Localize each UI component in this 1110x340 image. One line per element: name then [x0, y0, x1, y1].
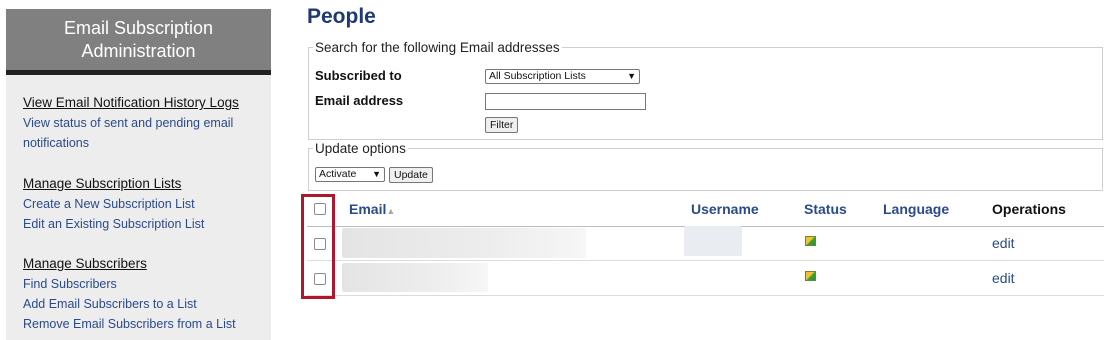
column-username[interactable]: Username — [691, 201, 759, 217]
column-operations: Operations — [992, 201, 1066, 217]
column-email[interactable]: Email▲ — [349, 201, 395, 217]
sidebar-link-history-logs[interactable]: View Email Notification History Logs — [23, 93, 263, 113]
checkbox-column-highlight — [301, 194, 335, 299]
edit-link[interactable]: edit — [992, 270, 1015, 286]
redacted-username — [684, 226, 742, 256]
update-options-legend: Update options — [315, 141, 406, 156]
subscription-list-select[interactable]: All Subscription Lists ▼ — [485, 69, 640, 84]
redacted-email — [342, 263, 488, 292]
table-row: edit — [307, 226, 1104, 261]
sidebar: Email Subscription Administration View E… — [6, 9, 271, 340]
update-button[interactable]: Update — [389, 167, 433, 183]
subscribed-to-label: Subscribed to — [315, 68, 402, 83]
column-language[interactable]: Language — [883, 201, 949, 217]
edit-link[interactable]: edit — [992, 235, 1015, 251]
active-status-icon — [805, 236, 816, 246]
sidebar-section-lists: Manage Subscription Lists Create a New S… — [23, 174, 204, 234]
table-header: Email▲ Username Status Language Operatio… — [307, 191, 1104, 227]
update-action-select[interactable]: Activate ▼ — [315, 167, 385, 182]
page-title: People — [307, 5, 376, 28]
sidebar-link-edit-list[interactable]: Edit an Existing Subscription List — [23, 214, 204, 234]
sidebar-link-add-subscribers[interactable]: Add Email Subscribers to a List — [23, 294, 236, 314]
update-action-select-value: Activate — [319, 168, 357, 180]
sidebar-link-manage-lists[interactable]: Manage Subscription Lists — [23, 174, 204, 194]
sidebar-title: Email Subscription Administration — [6, 9, 271, 75]
sidebar-link-manage-subscribers[interactable]: Manage Subscribers — [23, 254, 236, 274]
search-legend: Search for the following Email addresses — [315, 40, 560, 55]
redacted-email — [342, 228, 586, 258]
sidebar-link-find-subscribers[interactable]: Find Subscribers — [23, 274, 236, 294]
chevron-down-icon: ▼ — [627, 71, 636, 81]
active-status-icon — [805, 271, 816, 281]
sidebar-section-history: View Email Notification History Logs Vie… — [23, 93, 263, 153]
sort-ascending-icon: ▲ — [386, 206, 396, 216]
chevron-down-icon: ▼ — [372, 169, 381, 179]
search-fieldset: Search for the following Email addresses — [308, 40, 1103, 140]
update-options-fieldset: Update options — [308, 141, 1103, 191]
sidebar-link-remove-subscribers[interactable]: Remove Email Subscribers from a List — [23, 314, 236, 334]
filter-button[interactable]: Filter — [485, 117, 519, 133]
sidebar-link-sent-pending-status[interactable]: View status of sent and pending email no… — [23, 113, 263, 153]
subscription-list-select-value: All Subscription Lists — [489, 70, 586, 82]
sidebar-link-create-list[interactable]: Create a New Subscription List — [23, 194, 204, 214]
sidebar-section-subscribers: Manage Subscribers Find Subscribers Add … — [23, 254, 236, 334]
table-row: edit — [307, 261, 1104, 296]
email-address-input[interactable] — [485, 93, 646, 110]
column-email-label: Email — [349, 201, 387, 217]
column-status[interactable]: Status — [804, 201, 847, 217]
email-address-label: Email address — [315, 93, 404, 108]
